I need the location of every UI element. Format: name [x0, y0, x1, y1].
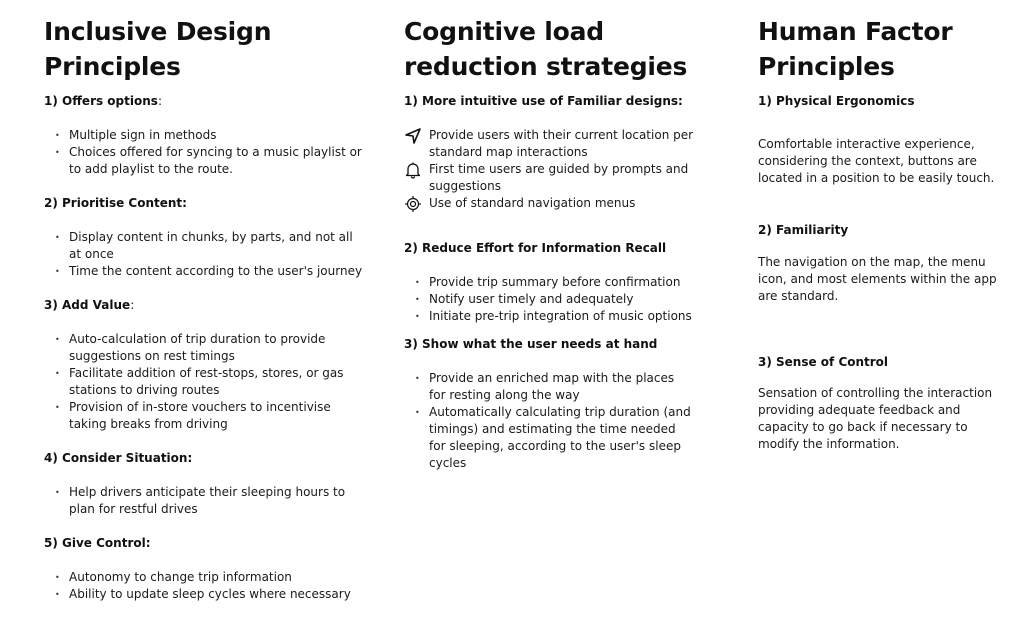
- list-item: Help drivers anticipate their sleeping h…: [55, 484, 364, 518]
- section-title: 3) Sense of Control: [758, 355, 889, 369]
- bell-icon: [404, 161, 422, 179]
- navigation-arrow-icon: [404, 127, 422, 145]
- section-text: Sensation of controlling the interaction…: [758, 386, 993, 451]
- list-item: First time users are guided by prompts a…: [405, 161, 694, 195]
- cognitive-load-column: Cognitive load reduction strategies 1) M…: [404, 14, 694, 472]
- list-item: Automatically calculating trip duration …: [415, 404, 694, 472]
- bullet-list: Help drivers anticipate their sleeping h…: [44, 484, 364, 518]
- bullet-list: Multiple sign in methods Choices offered…: [44, 127, 364, 178]
- section-text: The navigation on the map, the menu icon…: [758, 255, 997, 303]
- column-title: Inclusive Design Principles: [44, 17, 272, 81]
- icon-list: Provide users with their current locatio…: [404, 127, 694, 212]
- list-item: Provide users with their current locatio…: [405, 127, 694, 161]
- bullet-list: Provide an enriched map with the places …: [404, 370, 694, 472]
- section-title: 2) Reduce Effort for Information Recall: [404, 241, 667, 255]
- list-item: Facilitate addition of rest-stops, store…: [55, 365, 364, 399]
- list-item: Choices offered for syncing to a music p…: [55, 144, 364, 178]
- list-item: Autonomy to change trip information: [55, 569, 364, 586]
- column-title: Cognitive load reduction strategies: [404, 17, 688, 81]
- column-title: Human Factor Principles: [758, 17, 953, 81]
- bullet-list: Autonomy to change trip information Abil…: [44, 569, 364, 603]
- section-title: 4) Consider Situation:: [44, 451, 193, 465]
- list-item: Auto-calculation of trip duration to pro…: [55, 331, 364, 365]
- list-item: Notify user timely and adequately: [415, 291, 694, 308]
- section-title: 1) Physical Ergonomics: [758, 94, 915, 108]
- bullet-list: Display content in chunks, by parts, and…: [44, 229, 364, 280]
- section-title: 2) Familiarity: [758, 223, 849, 237]
- list-item: Ability to update sleep cycles where nec…: [55, 586, 364, 603]
- section-title: 1) More intuitive use of Familiar design…: [404, 94, 683, 108]
- section-title: 1) Offers options:: [44, 94, 162, 108]
- list-item: Display content in chunks, by parts, and…: [55, 229, 364, 263]
- bullet-list: Provide trip summary before confirmation…: [404, 274, 694, 325]
- list-item: Provide trip summary before confirmation: [415, 274, 694, 291]
- bullet-list: Auto-calculation of trip duration to pro…: [44, 331, 364, 433]
- inclusive-design-column: Inclusive Design Principles 1) Offers op…: [44, 14, 364, 603]
- section-title: 2) Prioritise Content:: [44, 196, 187, 210]
- human-factor-column: Human Factor Principles 1) Physical Ergo…: [758, 14, 1008, 453]
- section-text: Comfortable interactive experience, cons…: [758, 137, 995, 185]
- list-item: Provide an enriched map with the places …: [415, 370, 694, 404]
- list-item: Provision of in-store vouchers to incent…: [55, 399, 364, 433]
- list-item: Initiate pre-trip integration of music o…: [415, 308, 694, 325]
- list-item: Multiple sign in methods: [55, 127, 364, 144]
- location-target-icon: [404, 195, 422, 213]
- list-item: Time the content according to the user's…: [55, 263, 364, 280]
- section-title: 3) Add Value:: [44, 298, 135, 312]
- section-title: 5) Give Control:: [44, 536, 151, 550]
- section-title: 3) Show what the user needs at hand: [404, 337, 658, 351]
- list-item: Use of standard navigation menus: [405, 195, 694, 212]
